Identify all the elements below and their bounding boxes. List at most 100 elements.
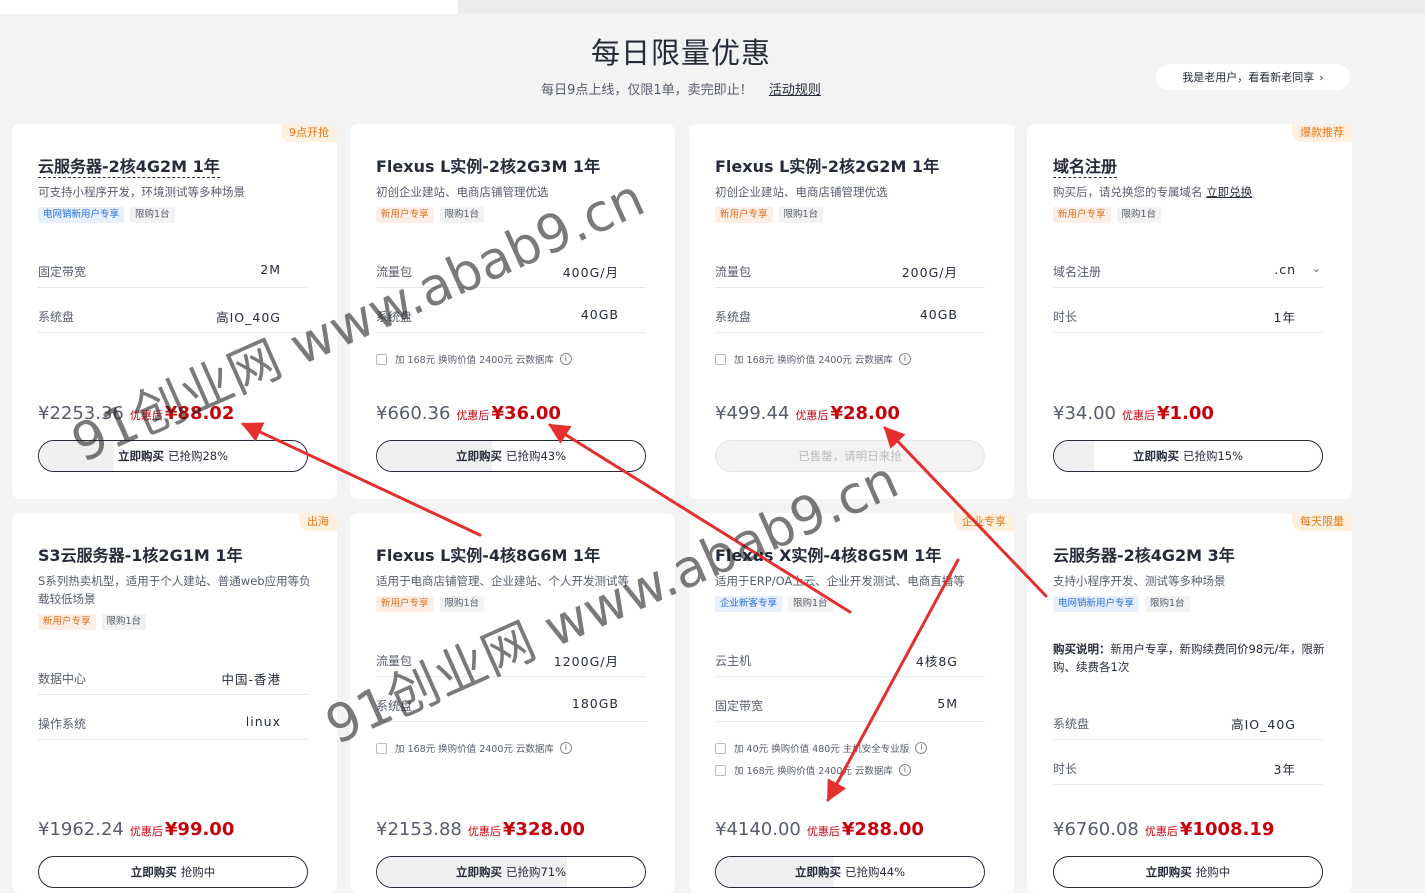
rules-link[interactable]: 活动规则 (769, 83, 821, 98)
buy-status: 抢购中 (1195, 865, 1231, 879)
original-price: ¥34.00 (1053, 403, 1116, 424)
card-description: 购买后，请兑换您的专属域名 立即兑换 (1053, 183, 1329, 201)
card-description: S系列热卖机型，适用于个人建站、普通web应用等负载较低场景 (38, 574, 311, 606)
discount-price: ¥288.00 (841, 819, 924, 840)
discount-label: 优惠后 (795, 409, 829, 422)
info-icon[interactable]: i (559, 353, 572, 365)
buy-label: 立即购买 (130, 865, 177, 879)
addon-option[interactable]: 加 168元 换购价值 2400元 云数据库 i (715, 763, 911, 777)
corner-badge: 爆款推荐 (1292, 124, 1352, 142)
redeem-link[interactable]: 立即兑换 (1206, 185, 1252, 199)
buy-status: 已抢购28% (167, 449, 229, 463)
spec-row: 流量包 200G/月 (715, 255, 985, 288)
original-price: ¥4140.00 (715, 819, 801, 840)
price-row: ¥499.44 优惠后 ¥28.00 (715, 403, 900, 424)
tag-limit: 限购1台 (1145, 596, 1190, 612)
tag-user-type: 企业新客专享 (715, 596, 783, 612)
discount-price: ¥328.00 (502, 819, 585, 840)
spec-key: 云主机 (715, 654, 752, 668)
spec-value: 5M (937, 696, 958, 711)
info-icon[interactable]: i (559, 742, 572, 754)
buy-button[interactable]: 立即购买 已抢购43% (376, 440, 646, 472)
spec-key: 数据中心 (38, 672, 87, 686)
note-label: 购买说明： (1053, 642, 1111, 656)
corner-badge: 9点开抢 (281, 124, 337, 142)
addon-option[interactable]: 加 168元 换购价值 2400元 云数据库 i (376, 741, 572, 755)
addon-checkbox[interactable] (715, 353, 726, 365)
domain-suffix-select[interactable]: 域名注册 .cn ⌄ (1053, 255, 1323, 288)
original-price: ¥6760.08 (1053, 819, 1139, 840)
price-row: ¥1962.24 优惠后 ¥99.00 (38, 819, 234, 840)
spec-value: 180GB (571, 696, 619, 711)
card-title[interactable]: 云服务器-2核4G2M 1年 (38, 153, 220, 178)
card-description: 支持小程序开发、测试等多种场景 (1053, 574, 1226, 588)
top-bar (458, 0, 1425, 14)
spec-key: 操作系统 (38, 717, 87, 731)
addon-option[interactable]: 加 40元 换购价值 480元 主机安全专业版 i (715, 741, 928, 755)
tag-limit: 限购1台 (778, 207, 824, 223)
tag-user-type: 新用户专享 (38, 614, 96, 630)
purchase-note: 购买说明：新用户专享，新购续费同价98元/年，限新购、续费各1次 (1053, 640, 1329, 676)
chevron-down-icon[interactable]: ⌄ (1312, 262, 1321, 275)
tag-group: 新用户专享 限购1台 (376, 596, 485, 612)
spec-row: 时长 1年 (1053, 300, 1323, 333)
price-row: ¥660.36 优惠后 ¥36.00 (376, 403, 561, 424)
product-card-s3-server-1c2g1m: 出海 S3云服务器-1核2G1M 1年 S系列热卖机型，适用于个人建站、普通we… (12, 513, 337, 893)
tag-group: 新用户专享 限购1台 (1053, 207, 1162, 223)
spec-row: 数据中心 中国-香港 (38, 662, 308, 695)
addon-checkbox[interactable] (715, 764, 726, 776)
original-price: ¥499.44 (715, 403, 790, 424)
spec-row: 操作系统 linux (38, 707, 308, 740)
price-row: ¥6760.08 优惠后 ¥1008.19 (1053, 819, 1274, 840)
buy-button[interactable]: 立即购买 抢购中 (38, 856, 308, 888)
addon-checkbox[interactable] (376, 353, 387, 365)
info-icon[interactable]: i (915, 742, 928, 754)
card-title: S3云服务器-1核2G1M 1年 (38, 546, 243, 565)
spec-row: 固定带宽 2M (38, 255, 308, 288)
card-title[interactable]: 域名注册 (1053, 153, 1118, 178)
discount-price: ¥36.00 (491, 403, 561, 424)
product-card-domain-registration: 爆款推荐 域名注册 购买后，请兑换您的专属域名 立即兑换 新用户专享 限购1台 … (1027, 124, 1352, 499)
page-title: 每日限量优惠 (590, 36, 771, 70)
buy-button[interactable]: 立即购买 已抢购15% (1053, 440, 1323, 472)
spec-key: 系统盘 (715, 310, 752, 324)
spec-row: 固定带宽 5M (715, 689, 985, 722)
spec-row: 时长 3年 (1053, 752, 1323, 785)
buy-button[interactable]: 立即购买 已抢购71% (376, 856, 646, 888)
original-price: ¥660.36 (376, 403, 451, 424)
tag-group: 电网销新用户专享 限购1台 (38, 207, 175, 223)
buy-button[interactable]: 立即购买 抢购中 (1053, 856, 1323, 888)
tag-limit: 限购1台 (101, 614, 147, 630)
addon-checkbox[interactable] (715, 742, 726, 754)
tag-group: 新用户专享 限购1台 (38, 614, 147, 630)
buy-status: 已抢购43% (505, 449, 567, 463)
buy-button[interactable]: 立即购买 已抢购44% (715, 856, 985, 888)
tag-limit: 限购1台 (788, 596, 833, 612)
spec-row: 系统盘 40GB (715, 300, 985, 333)
card-title: Flexus L实例-2核2G2M 1年 (715, 157, 940, 176)
spec-key: 时长 (1053, 310, 1078, 324)
old-user-button[interactable]: 我是老用户，看看新老同享 › (1156, 64, 1350, 90)
addon-option[interactable]: 加 168元 换购价值 2400元 云数据库 i (715, 352, 911, 366)
addon-checkbox[interactable] (376, 742, 387, 754)
corner-badge: 出海 (299, 513, 337, 531)
tag-user-type: 电网销新用户专享 (38, 207, 125, 223)
discount-label: 优惠后 (1144, 825, 1178, 838)
spec-value: 中国-香港 (221, 672, 281, 687)
tag-user-type: 新用户专享 (376, 596, 434, 612)
tag-group: 新用户专享 限购1台 (715, 207, 824, 223)
card-description: 适用于ERP/OA上云、企业开发测试、电商直播等 (715, 574, 965, 588)
spec-value: 3年 (1273, 762, 1296, 777)
card-title: Flexus L实例-4核8G6M 1年 (376, 546, 601, 565)
spec-row: 云主机 4核8G (715, 644, 985, 677)
tag-user-type: 电网销新用户专享 (1053, 596, 1140, 612)
addon-option[interactable]: 加 168元 换购价值 2400元 云数据库 i (376, 352, 572, 366)
tag-group: 企业新客专享 限购1台 (715, 596, 833, 612)
original-price: ¥1962.24 (38, 819, 124, 840)
addon-label: 加 168元 换购价值 2400元 云数据库 (734, 355, 893, 366)
info-icon[interactable]: i (898, 764, 911, 776)
discount-price: ¥1008.19 (1179, 819, 1275, 840)
discount-price: ¥1.00 (1156, 403, 1214, 424)
info-icon[interactable]: i (898, 353, 911, 365)
tag-group: 新用户专享 限购1台 (376, 207, 485, 223)
